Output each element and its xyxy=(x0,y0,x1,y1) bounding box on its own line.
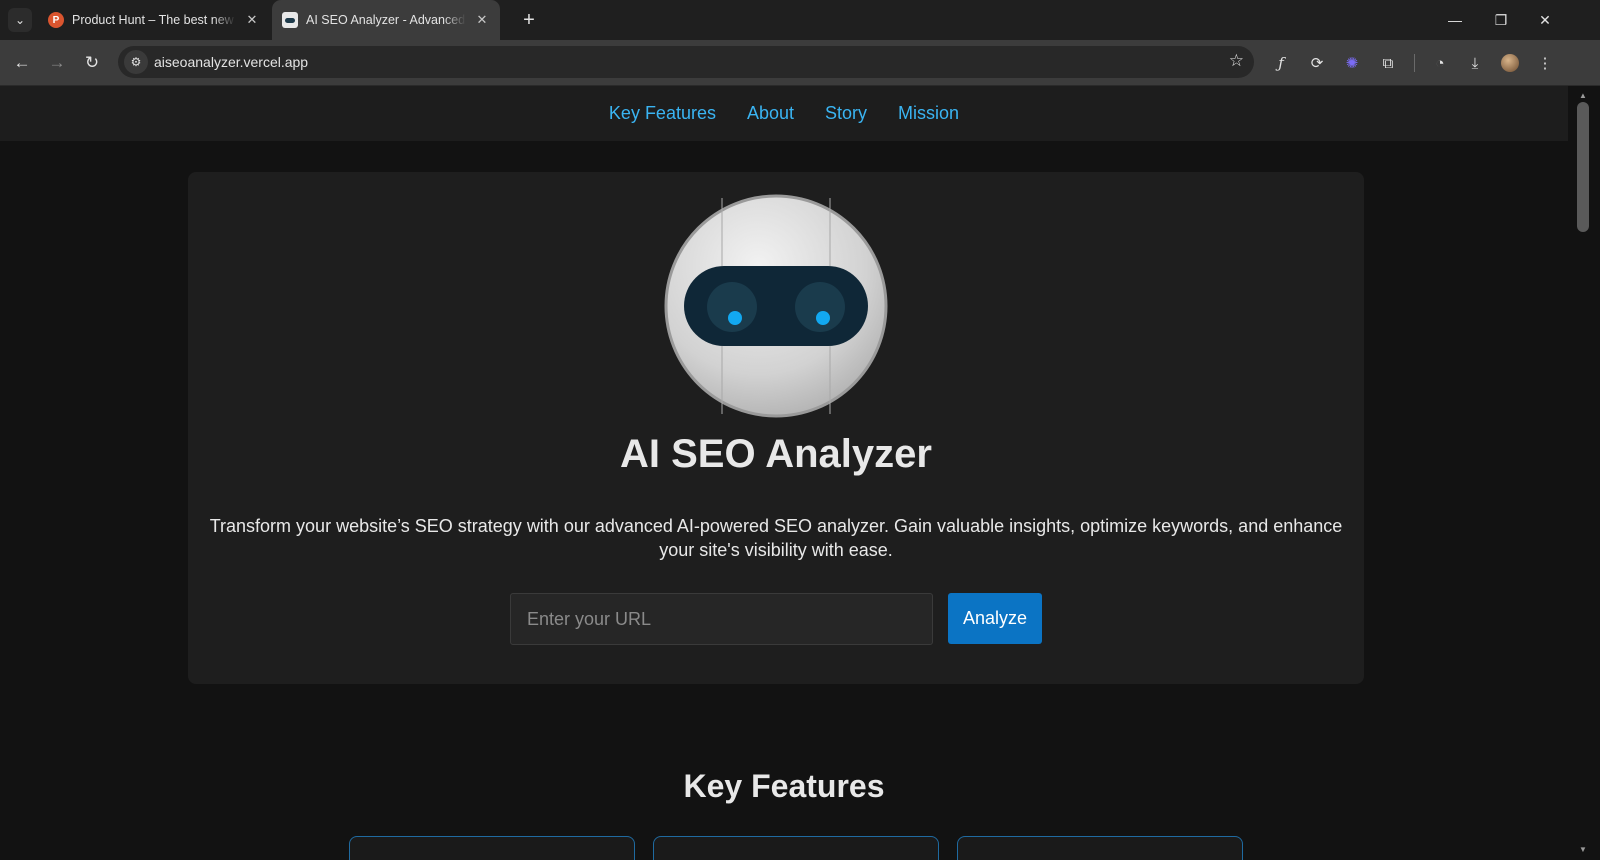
product-hunt-favicon-icon: P xyxy=(48,12,64,28)
site-info-icon[interactable]: ⚙ xyxy=(124,50,148,74)
scrollbar-thumb[interactable] xyxy=(1577,102,1589,232)
hero-card: AI SEO Analyzer Transform your website’s… xyxy=(188,172,1364,684)
robot-mascot-icon xyxy=(664,194,888,418)
profile-avatar[interactable] xyxy=(1498,51,1522,75)
tab-product-hunt[interactable]: P Product Hunt – The best new products i… xyxy=(38,0,270,40)
toolbar-divider xyxy=(1414,54,1415,72)
analyze-button[interactable]: Analyze xyxy=(948,593,1042,644)
new-tab-button[interactable]: + xyxy=(518,9,540,31)
sync-extension-icon[interactable]: ⟳ xyxy=(1305,51,1329,75)
page-viewport: Key Features About Story Mission AI SEO … xyxy=(0,86,1568,860)
minimize-button[interactable]: — xyxy=(1432,0,1478,40)
close-tab-icon[interactable]: ✕ xyxy=(474,12,490,28)
download-icon[interactable]: ⤓ xyxy=(1463,51,1487,75)
close-window-button[interactable]: ✕ xyxy=(1522,0,1568,40)
address-bar[interactable]: ⚙ aiseoanalyzer.vercel.app ☆ xyxy=(118,46,1254,78)
nav-link-key-features[interactable]: Key Features xyxy=(609,103,716,124)
browser-tab-strip: ⌄ P Product Hunt – The best new products… xyxy=(0,0,1600,40)
page-scrollbar[interactable]: ▲ ▼ xyxy=(1568,86,1600,860)
ai-seo-favicon-icon xyxy=(282,12,298,28)
key-features-heading: Key Features xyxy=(683,768,885,804)
nav-link-story[interactable]: Story xyxy=(825,103,867,124)
close-tab-icon[interactable]: ✕ xyxy=(244,12,260,28)
hero-description: Transform your website’s SEO strategy wi… xyxy=(209,516,1343,560)
page-title: AI SEO Analyzer xyxy=(620,432,932,476)
nav-link-mission[interactable]: Mission xyxy=(898,103,959,124)
browser-toolbar: ← → ↻ ⚙ aiseoanalyzer.vercel.app ☆ ƒ ⟳ ✺… xyxy=(0,40,1600,86)
url-text[interactable]: aiseoanalyzer.vercel.app xyxy=(154,54,308,70)
scroll-down-arrow-icon[interactable]: ▼ xyxy=(1576,842,1590,856)
feature-card xyxy=(653,836,939,860)
site-navigation: Key Features About Story Mission xyxy=(0,86,1568,141)
reload-icon[interactable]: ↻ xyxy=(78,49,106,77)
feature-card xyxy=(957,836,1243,860)
bookmark-star-icon[interactable]: ☆ xyxy=(1229,51,1244,71)
back-arrow-icon[interactable]: ← xyxy=(8,49,36,77)
formula-extension-icon[interactable]: ƒ xyxy=(1269,51,1293,75)
gear-extension-icon[interactable]: ✺ xyxy=(1340,51,1364,75)
url-input[interactable] xyxy=(510,593,933,645)
chrome-menu-icon[interactable]: ⋮ xyxy=(1533,51,1557,75)
restore-button[interactable]: ❐ xyxy=(1478,0,1524,40)
speed-icon[interactable]: ◔ xyxy=(1428,51,1452,75)
forward-arrow-icon[interactable]: → xyxy=(43,49,71,77)
extensions-puzzle-icon[interactable]: ⧉ xyxy=(1376,51,1400,75)
tab-search-chevron-icon[interactable]: ⌄ xyxy=(8,8,32,32)
feature-card xyxy=(349,836,635,860)
tab-title: Product Hunt – The best new products in … xyxy=(72,13,236,27)
scroll-up-arrow-icon[interactable]: ▲ xyxy=(1576,88,1590,102)
tab-ai-seo-analyzer[interactable]: AI SEO Analyzer - Advanced AI SEO Tool ✕ xyxy=(272,0,500,40)
nav-link-about[interactable]: About xyxy=(747,103,794,124)
tab-title: AI SEO Analyzer - Advanced AI SEO Tool xyxy=(306,13,466,27)
